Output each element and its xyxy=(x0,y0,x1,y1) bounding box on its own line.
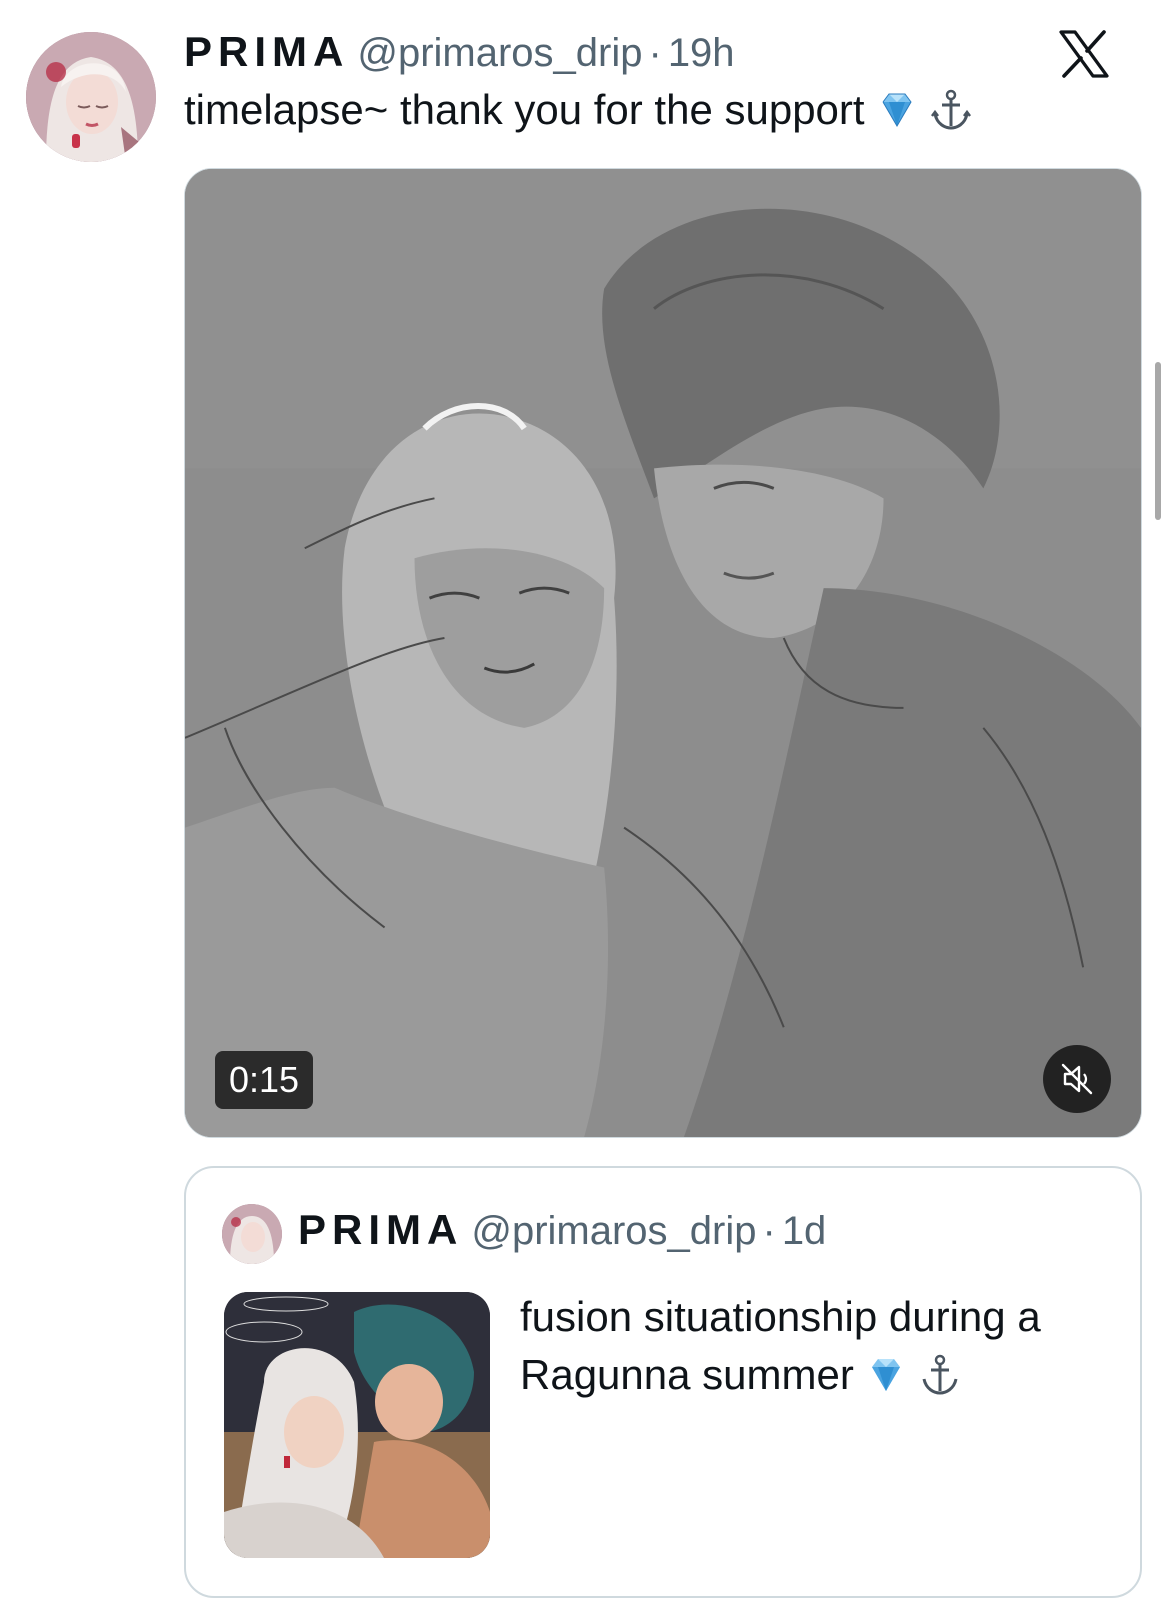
display-name[interactable]: PRIMA xyxy=(184,28,349,76)
speaker-muted-icon xyxy=(1061,1063,1093,1095)
anchor-icon xyxy=(929,88,973,132)
post-timestamp[interactable]: 19h xyxy=(668,31,735,76)
x-logo-icon xyxy=(1058,30,1110,78)
quoted-avatar[interactable] xyxy=(222,1204,282,1264)
video-duration-badge: 0:15 xyxy=(215,1051,314,1109)
quoted-text-line2-wrap: Ragunna summer xyxy=(520,1346,1120,1404)
video-frame-image xyxy=(185,169,1141,1137)
gem-icon xyxy=(864,1353,908,1397)
quoted-post-text: fusion situationship during a Ragunna su… xyxy=(520,1288,1120,1404)
anchor-icon xyxy=(918,1353,962,1397)
video-player[interactable]: 0:15 xyxy=(184,168,1142,1138)
separator-dot: · xyxy=(762,1209,776,1253)
quoted-handle[interactable]: @primaros_drip xyxy=(471,1209,756,1254)
scrollbar[interactable] xyxy=(1155,362,1161,520)
post-text-content: timelapse~ thank you for the support xyxy=(184,86,865,133)
post-header: PRIMA @primaros_drip · 19h xyxy=(184,28,735,78)
quoted-post[interactable]: PRIMA @primaros_drip · 1d fusion situati… xyxy=(184,1166,1142,1598)
quoted-timestamp[interactable]: 1d xyxy=(782,1209,827,1254)
separator-dot: · xyxy=(648,31,662,75)
quoted-thumbnail[interactable] xyxy=(224,1292,490,1558)
quoted-text-line2: Ragunna summer xyxy=(520,1351,854,1398)
avatar[interactable] xyxy=(26,32,156,162)
mute-button[interactable] xyxy=(1043,1045,1111,1113)
post-text: timelapse~ thank you for the support xyxy=(184,86,973,134)
quoted-text-line1: fusion situationship during a xyxy=(520,1293,1041,1340)
quoted-header: PRIMA @primaros_drip · 1d xyxy=(298,1206,826,1254)
gem-icon xyxy=(875,88,919,132)
user-handle[interactable]: @primaros_drip xyxy=(357,31,642,76)
quoted-display-name[interactable]: PRIMA xyxy=(298,1206,463,1254)
